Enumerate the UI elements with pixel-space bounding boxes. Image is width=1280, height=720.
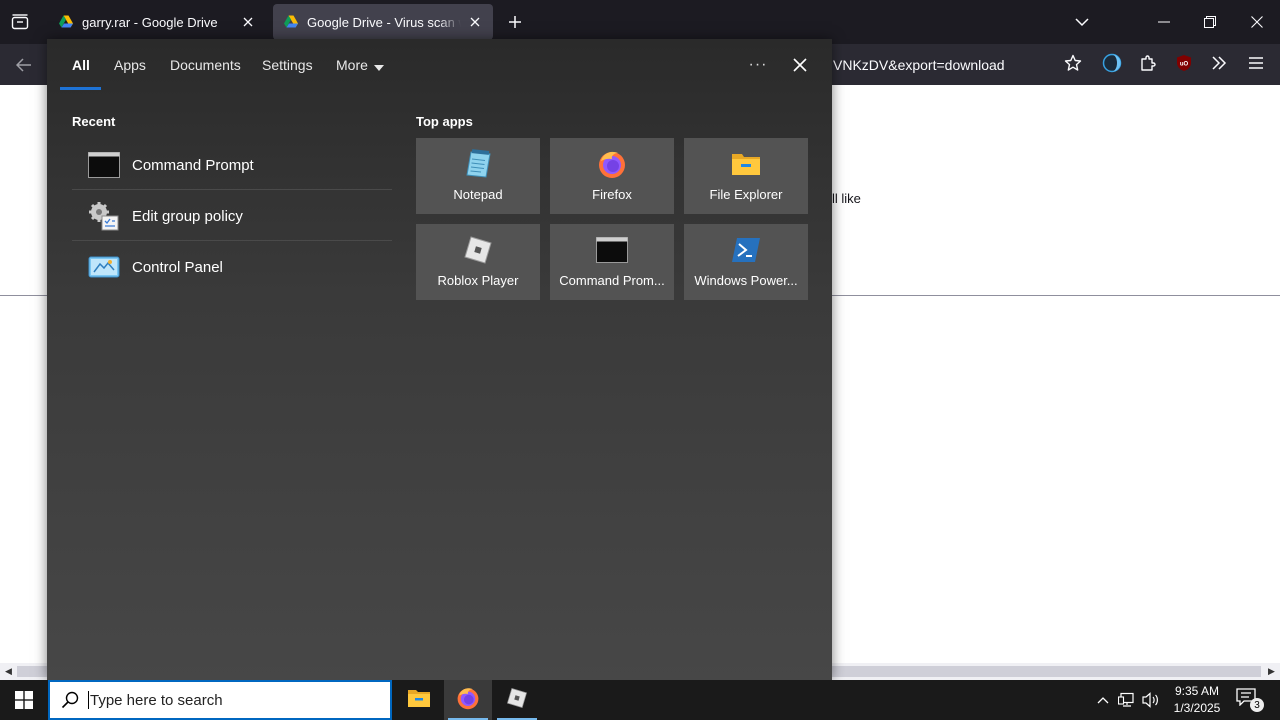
tab-documents[interactable]: Documents xyxy=(170,57,241,73)
back-arrow-icon[interactable] xyxy=(10,52,38,78)
svg-text:uO: uO xyxy=(1180,62,1189,68)
hamburger-menu-icon[interactable] xyxy=(1245,52,1267,74)
firefox-icon xyxy=(456,686,480,715)
tab-title: garry.rar - Google Drive xyxy=(82,14,218,30)
group-policy-icon xyxy=(88,200,120,232)
recent-item-label: Command Prompt xyxy=(132,156,254,174)
top-app-label: Firefox xyxy=(592,187,632,202)
caret-down-icon xyxy=(373,58,384,74)
search-flyout: All Apps Documents Settings More ··· Rec… xyxy=(47,39,832,680)
browser-tab-bar: garry.rar - Google Drive Google Drive - … xyxy=(0,0,1280,44)
recent-item-edit-group-policy[interactable]: Edit group policy xyxy=(72,191,392,241)
firefox-icon xyxy=(596,148,628,180)
text-caret xyxy=(88,691,89,709)
roblox-icon xyxy=(462,234,494,266)
dark-reader-icon[interactable] xyxy=(1101,52,1123,74)
close-icon[interactable] xyxy=(788,53,812,77)
taskbar-firefox[interactable] xyxy=(444,680,492,720)
volume-icon[interactable] xyxy=(1141,690,1161,710)
top-app-roblox-player[interactable]: Roblox Player xyxy=(416,224,540,300)
google-drive-icon xyxy=(58,14,74,30)
command-prompt-icon xyxy=(88,149,120,181)
network-icon[interactable] xyxy=(1117,690,1137,710)
top-app-label: Windows Power... xyxy=(694,273,798,288)
active-tab-indicator xyxy=(60,87,101,90)
powershell-icon xyxy=(730,234,762,266)
taskbar-roblox[interactable] xyxy=(493,680,541,720)
top-app-notepad[interactable]: Notepad xyxy=(416,138,540,214)
scroll-left-arrow-icon[interactable]: ◀ xyxy=(0,663,17,680)
new-tab-icon[interactable] xyxy=(503,10,527,34)
page-partial-text: ll like xyxy=(832,191,861,206)
roblox-icon xyxy=(506,687,528,714)
top-app-label: Roblox Player xyxy=(437,273,519,288)
clock-time: 9:35 AM xyxy=(1174,684,1220,698)
url-bar-text[interactable]: VNKzDV&export=download xyxy=(833,57,1005,73)
divider xyxy=(72,189,392,190)
tab-more-label: More xyxy=(336,57,368,73)
top-app-command-prompt[interactable]: Command Prom... xyxy=(550,224,674,300)
google-drive-icon xyxy=(283,14,299,30)
recent-item-control-panel[interactable]: Control Panel xyxy=(72,242,392,292)
notifications-icon[interactable]: 3 xyxy=(1236,688,1264,712)
taskbar: 9:35 AM 1/3/2025 3 xyxy=(0,680,1280,720)
recent-item-label: Edit group policy xyxy=(132,207,243,225)
clock-date: 1/3/2025 xyxy=(1173,701,1221,715)
file-explorer-icon xyxy=(730,148,762,180)
notification-count-badge: 3 xyxy=(1250,698,1264,712)
tab-title: Google Drive - Virus scan warning xyxy=(307,14,461,30)
minimize-icon[interactable] xyxy=(1141,0,1187,44)
tab-apps[interactable]: Apps xyxy=(114,57,146,73)
taskbar-clock[interactable]: 9:35 AM 1/3/2025 xyxy=(1166,683,1228,717)
chevron-down-icon[interactable] xyxy=(1070,10,1094,34)
tab-all[interactable]: All xyxy=(72,57,90,73)
recent-section-title: Recent xyxy=(72,114,116,129)
top-app-label: Notepad xyxy=(453,187,503,202)
tab-more[interactable]: More xyxy=(336,57,384,74)
show-hidden-icons-chevron-icon[interactable] xyxy=(1093,690,1113,710)
taskbar-file-explorer[interactable] xyxy=(395,680,443,720)
scroll-right-arrow-icon[interactable]: ▶ xyxy=(1263,663,1280,680)
search-input[interactable] xyxy=(90,691,380,709)
top-app-firefox[interactable]: Firefox xyxy=(550,138,674,214)
windows-start-icon[interactable] xyxy=(0,680,48,720)
more-options-icon[interactable]: ··· xyxy=(747,55,769,75)
more-tools-chevrons-icon[interactable] xyxy=(1208,52,1230,74)
file-explorer-icon xyxy=(407,688,431,713)
close-window-icon[interactable] xyxy=(1234,0,1280,44)
top-apps-section-title: Top apps xyxy=(416,114,473,129)
tab-list-icon[interactable] xyxy=(8,10,32,34)
notepad-icon xyxy=(462,148,494,180)
recent-item-command-prompt[interactable]: Command Prompt xyxy=(72,140,392,190)
search-icon xyxy=(60,690,80,710)
recent-item-label: Control Panel xyxy=(132,258,223,276)
top-app-file-explorer[interactable]: File Explorer xyxy=(684,138,808,214)
close-tab-icon[interactable] xyxy=(467,14,483,30)
top-app-label: Command Prom... xyxy=(559,273,665,288)
bookmark-star-icon[interactable] xyxy=(1062,52,1084,74)
close-tab-icon[interactable] xyxy=(240,14,256,30)
divider xyxy=(72,240,392,241)
browser-tab-garry-rar[interactable]: garry.rar - Google Drive xyxy=(48,4,266,40)
browser-tab-virus-scan[interactable]: Google Drive - Virus scan warning xyxy=(273,4,493,40)
top-app-label: File Explorer xyxy=(709,187,783,202)
ublock-origin-icon[interactable]: uO xyxy=(1173,52,1195,74)
search-scope-tabs: All Apps Documents Settings More ··· xyxy=(47,39,832,91)
restore-icon[interactable] xyxy=(1187,0,1233,44)
top-app-windows-powershell[interactable]: Windows Power... xyxy=(684,224,808,300)
tab-settings[interactable]: Settings xyxy=(262,57,313,73)
control-panel-icon xyxy=(88,251,120,283)
taskbar-search-box[interactable] xyxy=(48,680,392,720)
extensions-puzzle-icon[interactable] xyxy=(1137,52,1159,74)
command-prompt-icon xyxy=(596,234,628,266)
